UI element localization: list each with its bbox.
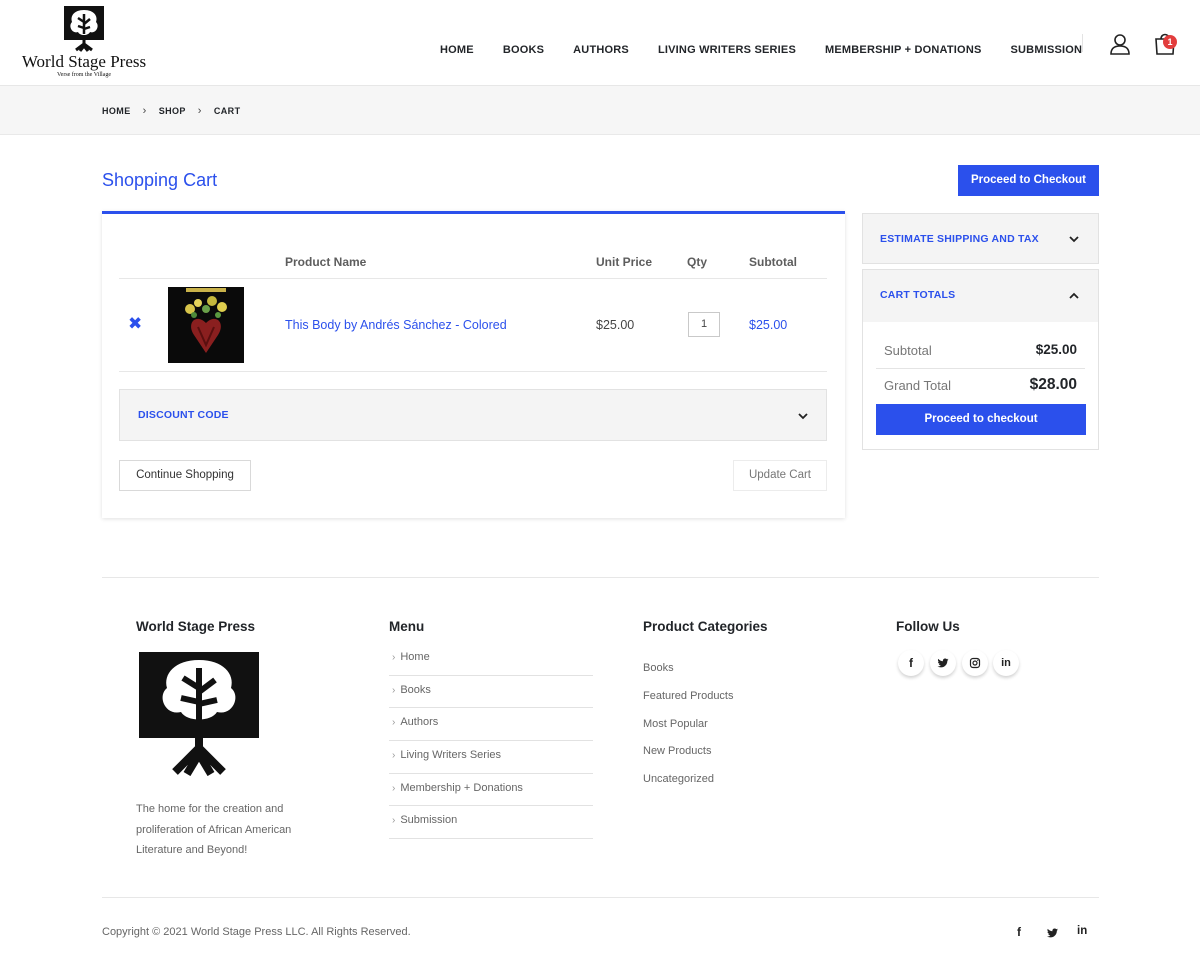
update-cart-button[interactable]: Update Cart — [733, 460, 827, 491]
discount-code-toggle[interactable]: DISCOUNT CODE — [119, 389, 827, 441]
site-header: World Stage Press Verse from the Village… — [0, 0, 1200, 86]
footer-menu-living-writers: Living Writers Series — [400, 749, 502, 762]
unit-price: $25.00 — [596, 318, 635, 332]
cart-table-panel: Product Name Unit Price Qty Subtotal ✖ T… — [102, 211, 845, 518]
chevron-right-icon: › — [392, 750, 396, 762]
footer-menu-home: Home — [400, 651, 430, 663]
column-header-qty: Qty — [687, 255, 708, 269]
subtotal-value: $25.00 — [1035, 342, 1077, 357]
estimate-shipping-toggle[interactable]: ESTIMATE SHIPPING AND TAX — [862, 213, 1099, 264]
footer-tree-book-logo-icon — [139, 652, 259, 776]
nav-item-home[interactable]: HOME — [440, 44, 474, 56]
footer-categories-list: Books Featured Products Most Popular New… — [643, 662, 734, 801]
footer-menu-membership: Membership + Donations — [400, 781, 523, 794]
breadcrumb-home[interactable]: HOME — [102, 106, 131, 116]
chevron-up-icon — [1069, 292, 1079, 299]
table-header-divider — [119, 278, 827, 279]
footer-about-text: The home for the creation and proliferat… — [136, 803, 292, 856]
main-nav: HOME BOOKS AUTHORS LIVING WRITERS SERIES… — [426, 44, 1111, 56]
column-header-subtotal: Subtotal — [749, 255, 797, 269]
footer-about-heading: World Stage Press — [136, 619, 256, 634]
twitter-icon[interactable] — [930, 650, 956, 676]
product-name-link[interactable]: This Body by Andrés Sánchez - Colored — [285, 318, 507, 332]
proceed-to-checkout-button[interactable]: Proceed to checkout — [876, 404, 1086, 435]
continue-shopping-button[interactable]: Continue Shopping — [119, 460, 251, 491]
user-account-icon[interactable] — [1108, 32, 1132, 56]
subtotal-label: Subtotal — [884, 343, 932, 358]
footer-menu-books: Books — [400, 683, 431, 696]
chevron-right-icon: › — [392, 815, 396, 827]
breadcrumb-bar: HOME › SHOP › CART — [0, 86, 1200, 135]
discount-code-label: DISCOUNT CODE — [138, 409, 229, 421]
column-header-product-name: Product Name — [285, 255, 367, 269]
footer-menu-submission: Submission — [400, 814, 458, 827]
category-link-new-products[interactable]: New Products — [643, 745, 734, 773]
category-link-most-popular[interactable]: Most Popular — [643, 718, 734, 746]
breadcrumb-separator-icon: › — [197, 105, 202, 117]
product-thumbnail[interactable] — [168, 287, 244, 363]
cart-count-badge: 1 — [1163, 35, 1177, 49]
category-link-uncategorized[interactable]: Uncategorized — [643, 773, 734, 801]
instagram-icon[interactable] — [962, 650, 988, 676]
totals-divider — [876, 368, 1085, 369]
breadcrumb-shop[interactable]: SHOP — [159, 106, 186, 116]
footer-menu-item[interactable]: › Books — [389, 676, 593, 709]
breadcrumb: HOME › SHOP › CART — [102, 105, 240, 117]
footer-menu-item[interactable]: › Authors — [389, 708, 593, 742]
footer-menu-list: › Home › Books › Authors › Living Writers Se… — [389, 643, 593, 840]
copyright-text: Copyright © 2021 World Stage Press LLC. … — [102, 926, 411, 938]
chevron-down-icon — [1069, 236, 1079, 243]
grand-total-value: $28.00 — [1029, 376, 1077, 393]
logo-tagline: Verse from the Village — [56, 72, 111, 78]
row-subtotal: $25.00 — [749, 318, 788, 332]
footer-menu-heading: Menu — [389, 619, 425, 634]
logo-title: World Stage Press — [21, 52, 147, 71]
category-link-books[interactable]: Books — [643, 662, 734, 690]
linkedin-icon[interactable]: in — [993, 650, 1019, 676]
footer-menu-item[interactable]: › Submission — [389, 806, 593, 840]
footer-menu-item[interactable]: › Living Writers Series — [389, 741, 593, 774]
chevron-right-icon: › — [392, 717, 396, 729]
grand-total-label: Grand Total — [884, 378, 951, 393]
twitter-icon[interactable] — [1046, 927, 1059, 942]
tree-book-logo-icon — [64, 6, 104, 52]
facebook-icon[interactable]: f — [1017, 925, 1021, 939]
table-row-divider — [119, 371, 827, 372]
cart-totals-label: CART TOTALS — [880, 289, 956, 301]
chevron-right-icon: › — [392, 782, 396, 794]
chevron-right-icon: › — [392, 652, 396, 663]
category-link-featured[interactable]: Featured Products — [643, 690, 734, 718]
footer-categories-heading: Product Categories — [643, 619, 768, 634]
nav-item-books[interactable]: BOOKS — [503, 44, 544, 56]
site-logo[interactable]: World Stage Press Verse from the Village — [18, 4, 150, 84]
cart-totals-panel: CART TOTALS Subtotal $25.00 Grand Total … — [862, 269, 1099, 450]
linkedin-icon[interactable]: in — [1077, 925, 1087, 937]
footer-menu-item[interactable]: › Membership + Donations — [389, 774, 593, 807]
footer-menu-item[interactable]: › Home — [389, 643, 593, 676]
chevron-right-icon: › — [392, 684, 396, 696]
chevron-down-icon — [798, 413, 808, 420]
nav-divider — [1082, 34, 1083, 52]
nav-item-membership-donations[interactable]: MEMBERSHIP + DONATIONS — [825, 44, 981, 56]
proceed-to-checkout-top-button[interactable]: Proceed to Checkout — [958, 165, 1099, 196]
breadcrumb-separator-icon: › — [142, 105, 147, 117]
footer-follow-heading: Follow Us — [896, 619, 960, 634]
quantity-input[interactable]: 1 — [688, 312, 720, 337]
footer-menu-authors: Authors — [400, 716, 439, 729]
remove-item-icon[interactable]: ✖ — [128, 314, 142, 334]
nav-item-authors[interactable]: AUTHORS — [573, 44, 629, 56]
facebook-icon[interactable]: f — [898, 650, 924, 676]
breadcrumb-cart: CART — [213, 106, 241, 116]
nav-item-submission[interactable]: SUBMISSION — [1011, 44, 1083, 56]
cart-totals-toggle[interactable]: CART TOTALS — [863, 270, 1098, 322]
footer-bottom-divider — [102, 897, 1099, 898]
book-cover-image — [168, 287, 244, 363]
estimate-shipping-label: ESTIMATE SHIPPING AND TAX — [880, 233, 1039, 245]
footer-top-divider — [102, 577, 1099, 578]
column-header-unit-price: Unit Price — [596, 255, 653, 269]
page-title: Shopping Cart — [102, 170, 218, 190]
nav-item-living-writers-series[interactable]: LIVING WRITERS SERIES — [658, 44, 796, 56]
